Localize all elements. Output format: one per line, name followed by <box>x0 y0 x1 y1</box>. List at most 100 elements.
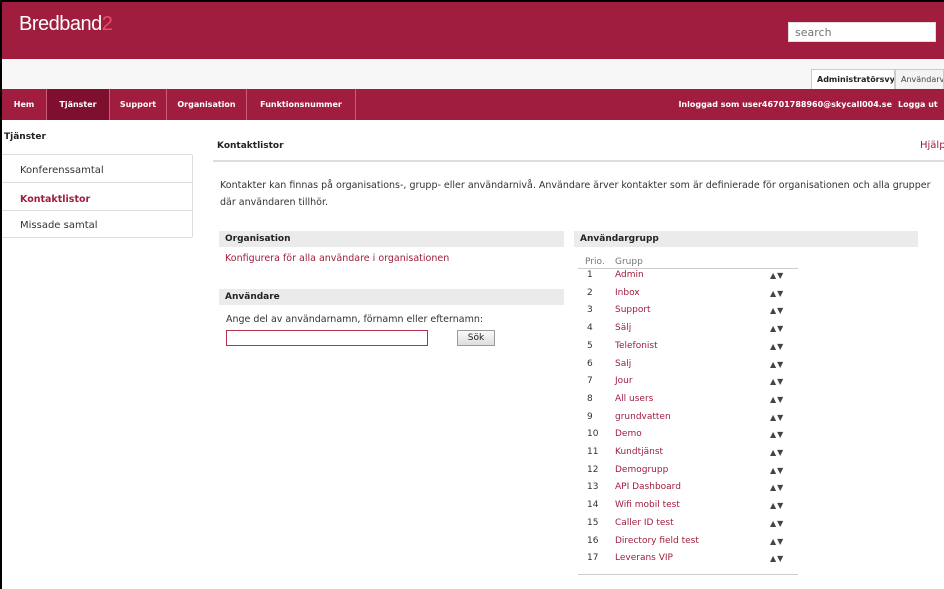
tab-admin-view[interactable]: Administratörsvy <box>811 69 895 89</box>
configure-organisation-link[interactable]: Konfigurera för alla användare i organis… <box>225 253 449 264</box>
user-section-heading: Användare <box>219 289 564 305</box>
table-row: 4 Sälj ▲▼ <box>578 323 798 341</box>
sidebar-divider <box>2 210 192 211</box>
brand-suffix: 2 <box>101 13 113 35</box>
sidebar-item-konferenssamtal[interactable]: Konferenssamtal <box>20 165 104 176</box>
group-name-link[interactable]: Directory field test <box>615 536 699 546</box>
group-table-bottom-divider <box>578 574 798 575</box>
group-name-link[interactable]: Inbox <box>615 288 640 298</box>
reorder-arrows-icon[interactable]: ▲▼ <box>770 306 784 315</box>
nav-support[interactable]: Support <box>110 89 166 120</box>
user-search-input[interactable] <box>226 330 428 346</box>
sidebar-title: Tjänster <box>4 132 46 142</box>
sidebar-divider <box>2 237 192 238</box>
brand-name: Bredband <box>19 13 102 35</box>
reorder-arrows-icon[interactable]: ▲▼ <box>770 537 784 546</box>
sidebar-divider <box>2 154 192 155</box>
table-row: 10 Demo ▲▼ <box>578 429 798 447</box>
group-priority: 1 <box>587 270 593 280</box>
group-priority: 16 <box>587 535 599 546</box>
group-name-link[interactable]: Telefonist <box>615 341 658 351</box>
reorder-arrows-icon[interactable]: ▲▼ <box>770 554 784 563</box>
group-priority: 11 <box>587 447 599 457</box>
brand-logo[interactable]: Bredband2 <box>19 13 113 36</box>
tab-user-view[interactable]: Användarvy <box>895 69 944 89</box>
table-row: 1 Admin ▲▼ <box>578 270 798 288</box>
nav-organisation[interactable]: Organisation <box>167 89 246 120</box>
nav-hem[interactable]: Hem <box>2 89 46 120</box>
group-priority: 10 <box>587 429 599 440</box>
title-divider <box>213 160 944 162</box>
group-priority: 13 <box>587 482 599 493</box>
table-row: 13 API Dashboard ▲▼ <box>578 482 798 500</box>
reorder-arrows-icon[interactable]: ▲▼ <box>770 377 784 386</box>
search-input[interactable] <box>788 22 936 42</box>
reorder-arrows-icon[interactable]: ▲▼ <box>770 360 784 369</box>
group-name-link[interactable]: Support <box>615 305 651 315</box>
group-name-link[interactable]: Demogrupp <box>615 465 668 475</box>
group-name-link[interactable]: Sälj <box>615 323 631 333</box>
sidebar-item-kontaktlistor[interactable]: Kontaktlistor <box>20 194 90 205</box>
group-priority: 15 <box>587 517 599 528</box>
group-name-link[interactable]: Leverans VIP <box>615 553 673 563</box>
group-name-link[interactable]: Admin <box>615 270 644 280</box>
sidebar-item-missade-samtal[interactable]: Missade samtal <box>20 220 98 231</box>
reorder-arrows-icon[interactable]: ▲▼ <box>770 501 784 510</box>
reorder-arrows-icon[interactable]: ▲▼ <box>770 342 784 351</box>
group-name-link[interactable]: grundvatten <box>615 412 671 422</box>
reorder-arrows-icon[interactable]: ▲▼ <box>770 448 784 457</box>
reorder-arrows-icon[interactable]: ▲▼ <box>770 271 784 280</box>
group-column-header: Grupp <box>615 257 643 267</box>
group-priority: 7 <box>587 376 593 387</box>
group-name-link[interactable]: All users <box>615 394 653 404</box>
reorder-arrows-icon[interactable]: ▲▼ <box>770 430 784 439</box>
reorder-arrows-icon[interactable]: ▲▼ <box>770 413 784 422</box>
search-button[interactable]: Sök <box>457 330 495 346</box>
nav-funktionsnummer[interactable]: Funktionsnummer <box>247 89 355 120</box>
group-name-link[interactable]: Caller ID test <box>615 518 674 528</box>
table-row: 16 Directory field test ▲▼ <box>578 536 798 554</box>
group-name-link[interactable]: API Dashboard <box>615 482 681 492</box>
reorder-arrows-icon[interactable]: ▲▼ <box>770 324 784 333</box>
group-priority: 8 <box>587 393 593 404</box>
sidebar-divider <box>2 182 192 183</box>
reorder-arrows-icon[interactable]: ▲▼ <box>770 466 784 475</box>
group-priority: 12 <box>587 464 599 475</box>
group-name-link[interactable]: Kundtjänst <box>615 447 663 457</box>
page-description: Kontakter kan finnas på organisations-, … <box>220 180 931 208</box>
group-priority: 2 <box>587 287 593 298</box>
organisation-section-heading: Organisation <box>219 231 564 247</box>
group-priority: 4 <box>587 323 593 334</box>
group-priority: 3 <box>587 305 593 316</box>
group-name-link[interactable]: Jour <box>615 376 633 386</box>
page-title: Kontaktlistor <box>217 141 284 151</box>
user-search-prompt: Ange del av användarnamn, förnamn eller … <box>226 314 484 325</box>
reorder-arrows-icon[interactable]: ▲▼ <box>770 289 784 298</box>
group-priority: 17 <box>587 553 599 564</box>
table-row: 6 Salj ▲▼ <box>578 359 798 377</box>
reorder-arrows-icon[interactable]: ▲▼ <box>770 483 784 492</box>
nav-tjanster[interactable]: Tjänster <box>47 89 109 120</box>
group-name-link[interactable]: Salj <box>615 359 631 369</box>
prio-column-header: Prio. <box>585 257 605 267</box>
reorder-arrows-icon[interactable]: ▲▼ <box>770 519 784 528</box>
table-row: 9 grundvatten ▲▼ <box>578 412 798 430</box>
group-table-header-divider <box>578 268 798 269</box>
sidebar-border <box>192 155 193 237</box>
group-priority: 14 <box>587 500 599 511</box>
logout-link[interactable]: Logga ut <box>898 89 944 120</box>
reorder-arrows-icon[interactable]: ▲▼ <box>770 395 784 404</box>
table-row: 14 Wifi mobil test ▲▼ <box>578 500 798 518</box>
help-link[interactable]: Hjälp <box>920 140 944 151</box>
nav-divider <box>355 89 356 120</box>
table-row: 5 Telefonist ▲▼ <box>578 341 798 359</box>
table-row: 2 Inbox ▲▼ <box>578 288 798 306</box>
logged-in-user: Inloggad som user46701788960@skycall004.… <box>678 100 892 109</box>
group-priority: 5 <box>587 340 593 351</box>
group-name-link[interactable]: Demo <box>615 429 642 439</box>
table-row: 3 Support ▲▼ <box>578 305 798 323</box>
table-row: 17 Leverans VIP ▲▼ <box>578 553 798 571</box>
group-name-link[interactable]: Wifi mobil test <box>615 500 680 510</box>
view-tab-bar <box>2 59 944 90</box>
table-row: 12 Demogrupp ▲▼ <box>578 465 798 483</box>
